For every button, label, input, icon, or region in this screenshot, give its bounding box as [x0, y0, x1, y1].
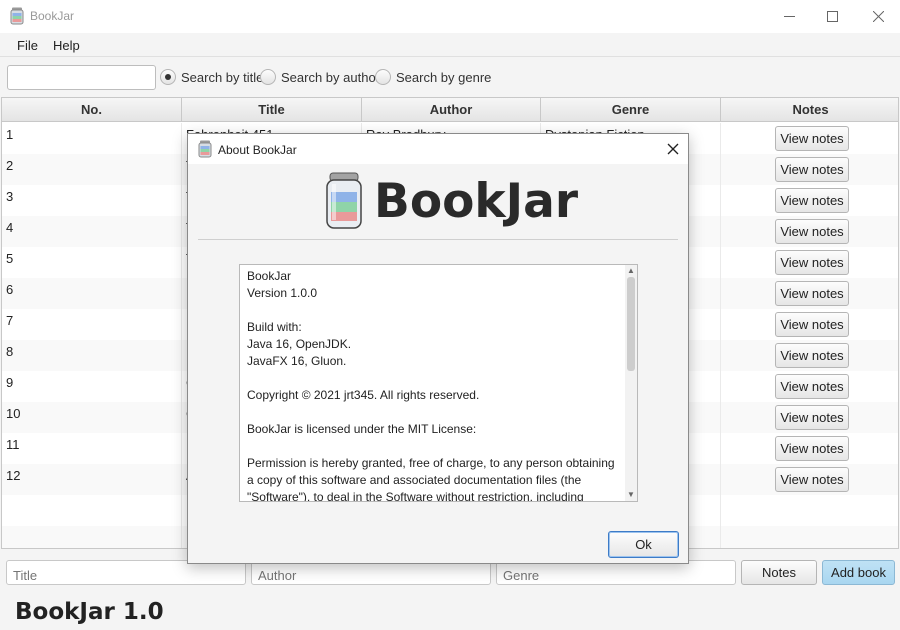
cell-notes: [721, 526, 898, 548]
window-title: BookJar: [30, 9, 75, 23]
close-button[interactable]: [855, 0, 900, 33]
view-notes-button[interactable]: View notes: [775, 281, 849, 306]
jar-icon: [10, 7, 24, 28]
view-notes-button[interactable]: View notes: [775, 126, 849, 151]
view-notes-button[interactable]: View notes: [775, 312, 849, 337]
radio-label-author: Search by author: [281, 70, 381, 85]
cell-no: 9: [2, 371, 182, 402]
view-notes-button[interactable]: View notes: [775, 436, 849, 461]
dialog-title: About BookJar: [218, 143, 297, 157]
cell-no: 11: [2, 433, 182, 464]
view-notes-button[interactable]: View notes: [775, 467, 849, 492]
minimize-icon: [783, 16, 795, 17]
dialog-separator: [198, 239, 678, 240]
cell-no: [2, 495, 182, 526]
radio-search-by-title[interactable]: [160, 69, 176, 85]
scroll-down-icon[interactable]: ▼: [625, 489, 637, 501]
view-notes-button[interactable]: View notes: [775, 405, 849, 430]
about-dialog: About BookJar BookJar BookJar Version 1.…: [187, 133, 689, 564]
cell-no: 6: [2, 278, 182, 309]
column-header-genre[interactable]: Genre: [541, 98, 721, 122]
radio-search-by-genre[interactable]: [375, 69, 391, 85]
menu-file[interactable]: File: [17, 38, 38, 53]
cell-no: 8: [2, 340, 182, 371]
about-scrollbar[interactable]: ▲ ▼: [625, 265, 637, 501]
dialog-logo-text: BookJar: [374, 174, 579, 229]
scroll-thumb[interactable]: [627, 277, 635, 371]
view-notes-button[interactable]: View notes: [775, 157, 849, 182]
maximize-icon: [826, 11, 838, 22]
column-header-author[interactable]: Author: [362, 98, 541, 122]
view-notes-button[interactable]: View notes: [775, 250, 849, 275]
close-icon: [872, 11, 884, 22]
jar-logo-icon: [324, 172, 364, 233]
view-notes-button[interactable]: View notes: [775, 219, 849, 244]
cell-no: 2: [2, 154, 182, 185]
radio-label-title: Search by title: [181, 70, 264, 85]
cell-notes: [721, 495, 898, 526]
view-notes-button[interactable]: View notes: [775, 188, 849, 213]
cell-no: 7: [2, 309, 182, 340]
ok-button[interactable]: Ok: [608, 531, 679, 558]
menu-bar: File Help: [0, 33, 900, 57]
menu-help[interactable]: Help: [53, 38, 80, 53]
dialog-titlebar: About BookJar: [188, 134, 688, 164]
column-header-title[interactable]: Title: [182, 98, 362, 122]
about-text-area[interactable]: BookJar Version 1.0.0 Build with: Java 1…: [239, 264, 638, 502]
minimize-button[interactable]: [766, 0, 812, 33]
radio-search-by-author[interactable]: [260, 69, 276, 85]
cell-no: 5: [2, 247, 182, 278]
window-titlebar: BookJar: [0, 0, 900, 33]
search-input[interactable]: [7, 65, 156, 90]
column-header-no[interactable]: No.: [2, 98, 182, 122]
cell-no: [2, 526, 182, 548]
column-header-notes[interactable]: Notes: [721, 98, 898, 122]
cell-no: 10: [2, 402, 182, 433]
dialog-close-button[interactable]: [664, 140, 682, 158]
radio-label-genre: Search by genre: [396, 70, 492, 85]
cell-no: 1: [2, 123, 182, 154]
add-book-button[interactable]: Add book: [822, 560, 895, 585]
cell-no: 4: [2, 216, 182, 247]
cell-no: 3: [2, 185, 182, 216]
cell-no: 12: [2, 464, 182, 495]
version-label: BookJar 1.0: [15, 599, 164, 625]
jar-icon: [198, 140, 212, 161]
scroll-up-icon[interactable]: ▲: [625, 265, 637, 277]
notes-button[interactable]: Notes: [741, 560, 817, 585]
maximize-button[interactable]: [809, 0, 855, 33]
table-header: No. Title Author Genre Notes: [2, 98, 898, 122]
about-text: BookJar Version 1.0.0 Build with: Java 1…: [247, 269, 615, 502]
close-icon: [667, 143, 679, 155]
view-notes-button[interactable]: View notes: [775, 343, 849, 368]
view-notes-button[interactable]: View notes: [775, 374, 849, 399]
